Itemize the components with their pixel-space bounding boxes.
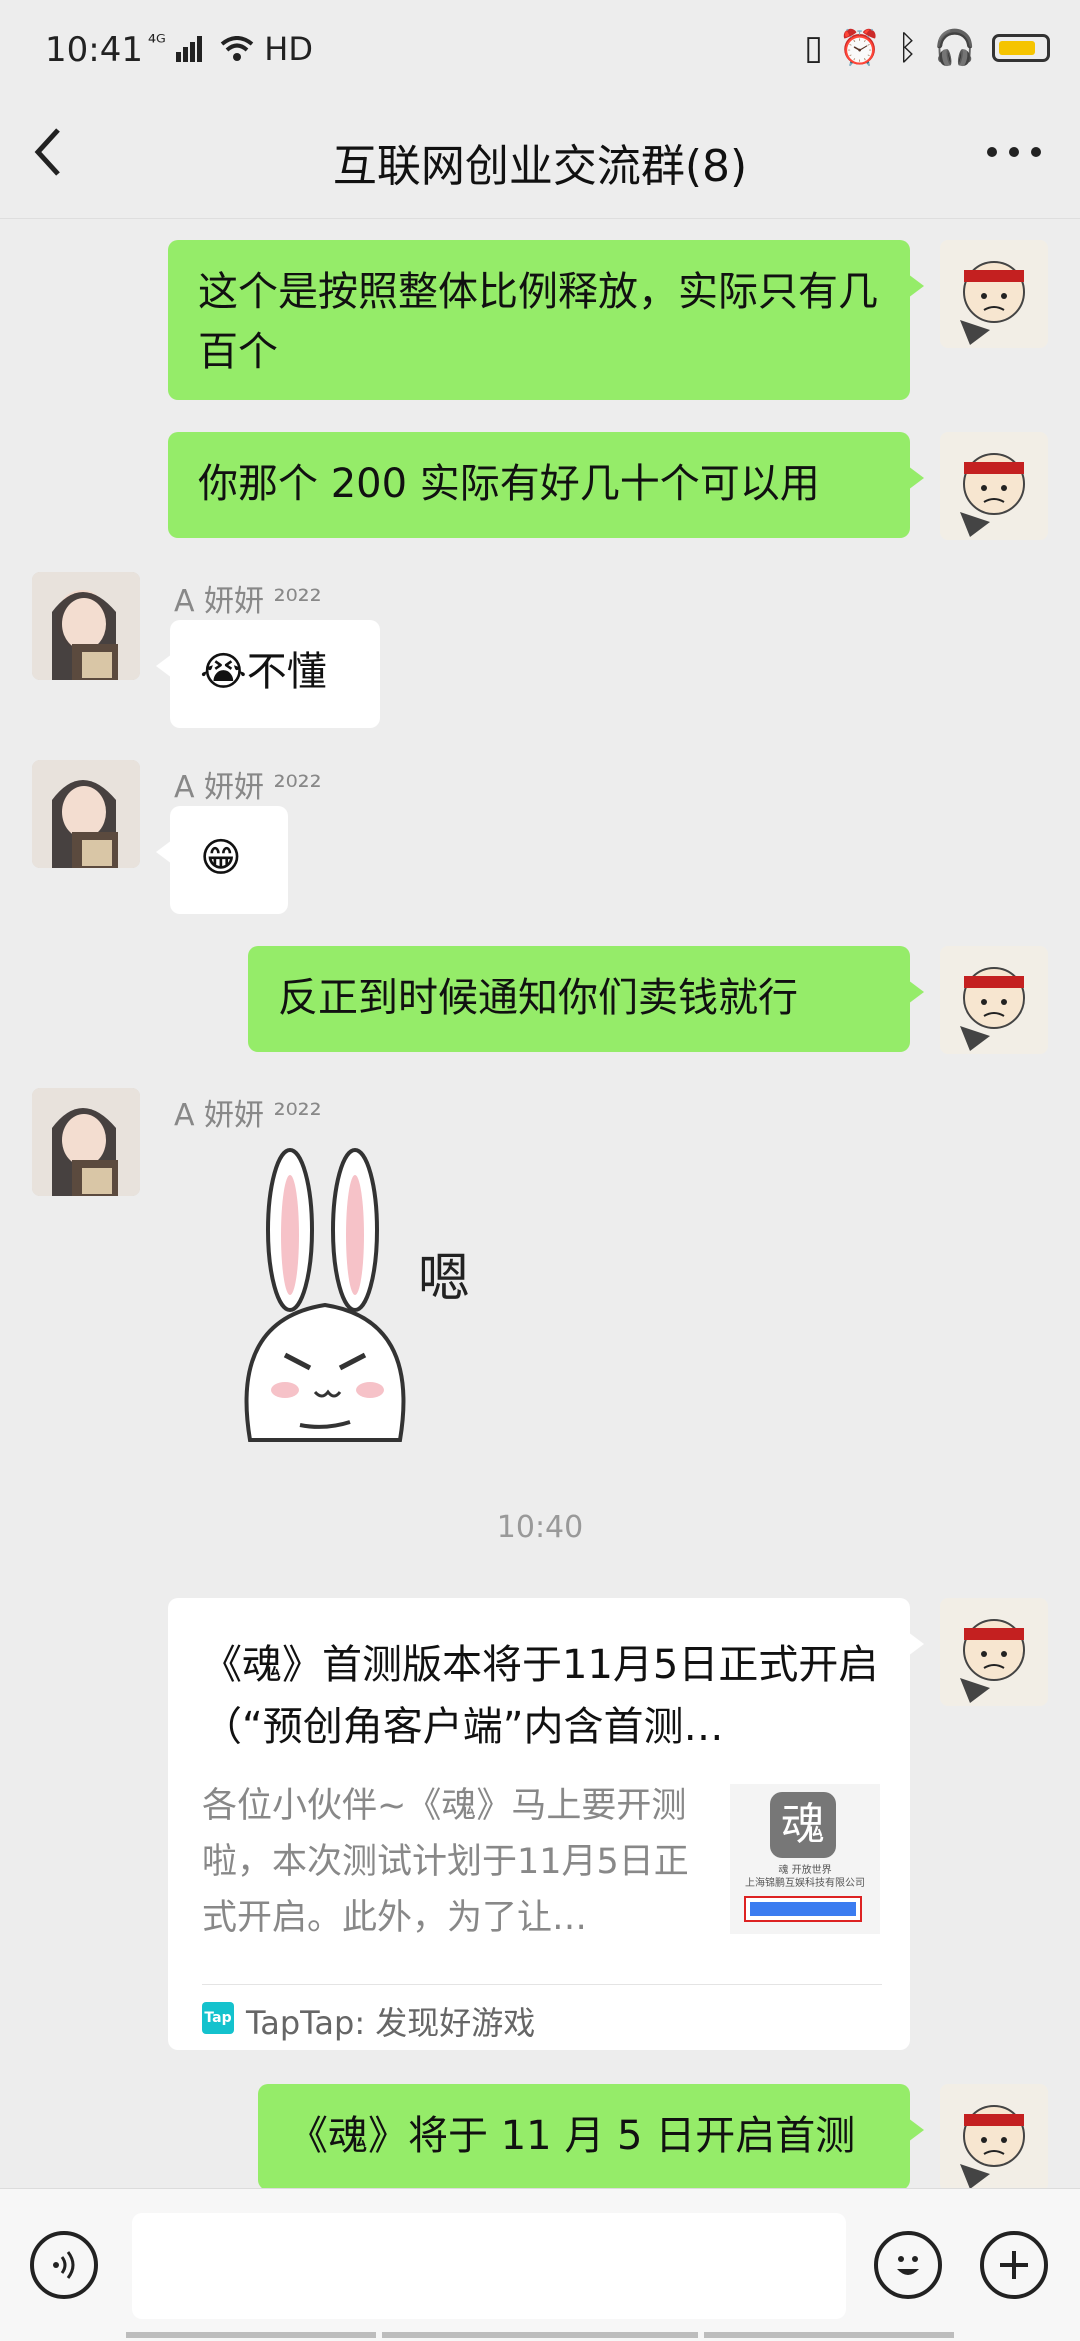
- status-time: 10:41: [45, 30, 143, 70]
- message-text: 你那个 200 实际有好几十个可以用: [198, 461, 820, 507]
- avatar[interactable]: [940, 1598, 1048, 1706]
- keyboard-suggestion-bar: [0, 2330, 1080, 2340]
- message-bubble[interactable]: 😭不懂: [156, 620, 380, 728]
- input-bar: [0, 2188, 1080, 2341]
- message-input[interactable]: [132, 2213, 846, 2319]
- headphones-icon: 🎧: [933, 28, 976, 68]
- message-bubble[interactable]: 反正到时候通知你们卖钱就行: [248, 946, 924, 1052]
- more-options-button[interactable]: [986, 122, 1042, 193]
- sender-name: A 妍妍 ²⁰²²: [174, 584, 322, 619]
- chat-header: 互联网创业交流群(8): [0, 100, 1080, 219]
- message-text: 反正到时候通知你们卖钱就行: [278, 975, 798, 1021]
- cartoon-avatar-icon: [960, 967, 1025, 1051]
- card-divider: [202, 1984, 882, 1985]
- avatar[interactable]: [940, 240, 1048, 348]
- alarm-icon: ⏰: [838, 28, 882, 68]
- avatar[interactable]: [940, 432, 1048, 540]
- photo-avatar-icon: [32, 1088, 140, 1196]
- thumb-title: 魂: [781, 1799, 825, 1850]
- add-button[interactable]: [980, 2231, 1048, 2299]
- game-app-icon: 魂: [770, 1792, 836, 1858]
- avatar[interactable]: [32, 572, 140, 680]
- bluetooth-icon: ᛒ: [897, 28, 918, 68]
- wifi-icon: [220, 36, 254, 61]
- card-thumbnail: 魂 魂 开放世界 上海锦鹏互娱科技有限公司: [730, 1784, 880, 1934]
- avatar[interactable]: [32, 760, 140, 868]
- voice-button[interactable]: [30, 2231, 98, 2299]
- cartoon-avatar-icon: [960, 1619, 1025, 1703]
- battery-icon: [992, 34, 1050, 62]
- message-text: 😭不懂: [200, 649, 327, 695]
- message-bubble[interactable]: 你那个 200 实际有好几十个可以用: [168, 432, 924, 538]
- status-icons: ▯ ⏰ ᛒ 🎧: [804, 28, 1050, 68]
- link-card[interactable]: 《魂》首测版本将于11月5日正式开启（“预创角客户端”内含首测… 各位小伙伴~《…: [168, 1598, 924, 2050]
- status-bar: 10:41 ⁴ᴳ HD ▯ ⏰ ᛒ 🎧: [0, 0, 1080, 100]
- page-title: 互联网创业交流群(8): [332, 141, 748, 192]
- card-source: TapTap: 发现好游戏: [246, 2004, 536, 2042]
- avatar[interactable]: [940, 2084, 1048, 2192]
- sticker-text: 嗯: [418, 1249, 471, 1309]
- avatar[interactable]: [940, 946, 1048, 1054]
- taptap-icon: Tap: [202, 2002, 234, 2034]
- sender-name: A 妍妍 ²⁰²²: [174, 1098, 322, 1133]
- vibrate-icon: ▯: [804, 28, 823, 68]
- avatar[interactable]: [32, 1088, 140, 1196]
- smiley-icon: [897, 2256, 919, 2275]
- thumb-caption: 上海锦鹏互娱科技有限公司: [745, 1878, 865, 1889]
- cartoon-avatar-icon: [960, 2105, 1025, 2189]
- photo-avatar-icon: [32, 760, 140, 868]
- message-bubble[interactable]: 这个是按照整体比例释放，实际只有几百个: [168, 240, 924, 400]
- emoji-button[interactable]: [874, 2231, 942, 2299]
- thumb-caption: 魂 开放世界: [778, 1865, 832, 1876]
- voice-icon: [53, 2251, 75, 2279]
- thumb-button-outline: [744, 1896, 862, 1922]
- photo-avatar-icon: [32, 572, 140, 680]
- message-text: 😁: [200, 835, 242, 881]
- more-icon: [987, 147, 1041, 157]
- signal-icon: ⁴ᴳ HD: [148, 30, 313, 68]
- plus-icon: [1000, 2251, 1028, 2279]
- signal-label: ⁴ᴳ: [148, 30, 166, 54]
- message-bubble[interactable]: 😁: [156, 806, 288, 914]
- network-label: HD: [264, 30, 313, 68]
- cartoon-avatar-icon: [960, 453, 1025, 537]
- message-text: 这个是按照整体比例释放，实际只有几百个: [198, 269, 878, 375]
- message-bubble[interactable]: 《魂》将于 11 月 5 日开启首测: [258, 2084, 924, 2190]
- sender-name: A 妍妍 ²⁰²²: [174, 770, 322, 805]
- cartoon-avatar-icon: [960, 261, 1025, 345]
- message-text: 《魂》将于 11 月 5 日开启首测: [288, 2113, 856, 2159]
- chat-timestamp: 10:40: [496, 1510, 584, 1545]
- rabbit-sticker[interactable]: 嗯: [230, 1140, 490, 1460]
- card-description: 各位小伙伴~《魂》马上要开测啦，本次测试计划于11月5日正式开启。此外，为了让…: [202, 1786, 689, 1938]
- card-title: 《魂》首测版本将于11月5日正式开启（“预创角客户端”内含首测…: [202, 1642, 879, 1750]
